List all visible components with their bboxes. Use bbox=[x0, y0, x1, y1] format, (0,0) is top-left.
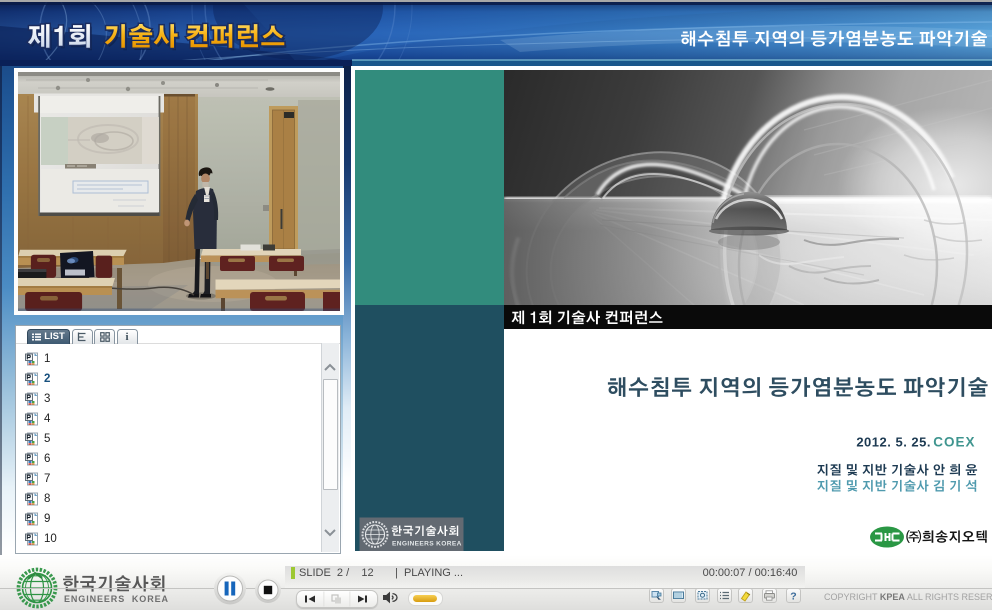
svg-text:?: ? bbox=[790, 591, 796, 603]
svg-text:2012. 5. 25.: 2012. 5. 25. bbox=[856, 435, 931, 450]
svg-text:ENGINEERS KOREA: ENGINEERS KOREA bbox=[392, 541, 462, 548]
svg-text:COEX: COEX bbox=[933, 435, 975, 450]
